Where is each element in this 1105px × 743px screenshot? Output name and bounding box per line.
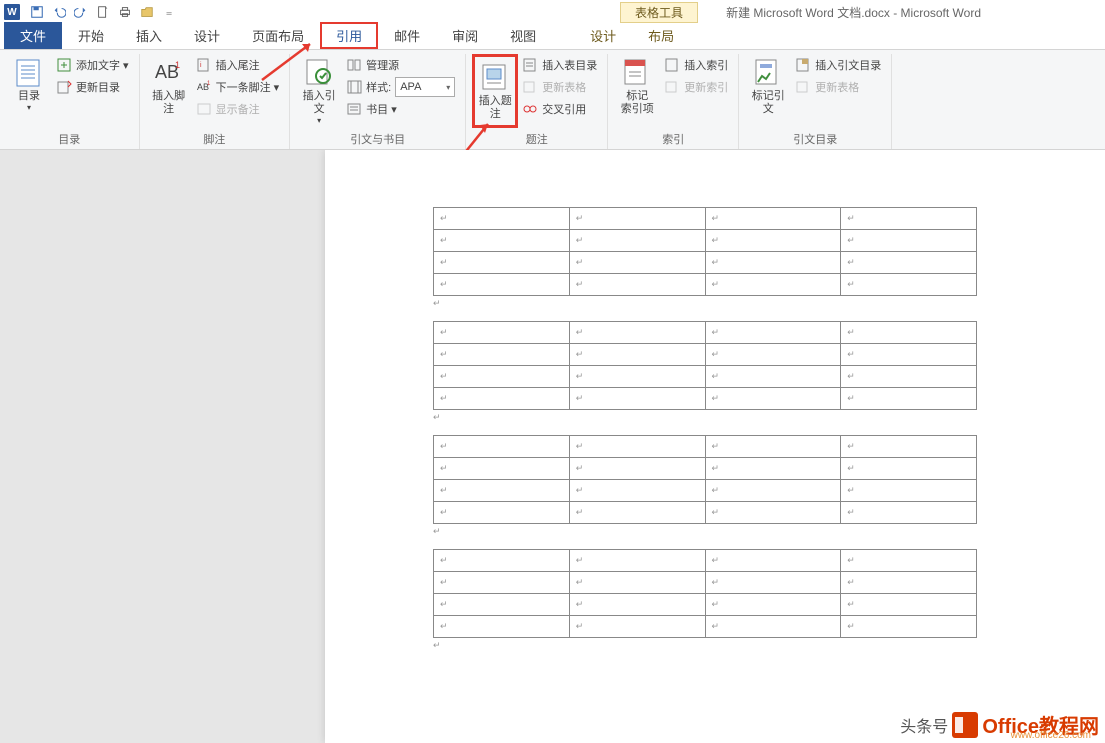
office-logo-icon (952, 712, 978, 738)
qat-undo-icon[interactable] (48, 2, 70, 22)
tab-mailings[interactable]: 邮件 (378, 22, 436, 49)
svg-text:1: 1 (207, 81, 211, 87)
ribbon: 目录 ▾ 添加文字 ▾ 更新目录 目录 AB1 插入脚注 i插入尾注 AB1下一… (0, 50, 1105, 150)
group-label-toa: 引文目录 (793, 131, 837, 149)
caption-icon (479, 61, 511, 93)
group-label-footnotes: 脚注 (203, 131, 225, 149)
group-label-captions: 题注 (526, 131, 548, 149)
table-3[interactable]: ↵↵↵↵ ↵ (433, 435, 1105, 537)
update-table-button: 更新表格 (518, 76, 601, 98)
document-page[interactable]: ↵↵↵↵ ↵ ↵↵↵↵ ↵ ↵↵↵↵ ↵ ↵↵↵ ↵ (325, 150, 1105, 743)
citation-icon (303, 56, 335, 88)
insert-citation-button[interactable]: 插入引文▾ (296, 54, 342, 128)
contextual-tab-label: 表格工具 (620, 2, 698, 23)
mark-entry-button[interactable]: 标记 索引项 (614, 54, 660, 118)
insert-endnote-button[interactable]: i插入尾注 (192, 54, 284, 76)
qat-save-icon[interactable] (26, 2, 48, 22)
toc-button[interactable]: 目录 ▾ (6, 54, 52, 115)
citation-style-row: 样式:APA (342, 76, 459, 98)
group-index: 标记 索引项 插入索引 更新索引 索引 (608, 54, 739, 149)
toc-icon (13, 56, 45, 88)
word-app-icon: W (4, 4, 20, 20)
ribbon-tabs: 文件 开始 插入 设计 页面布局 引用 邮件 审阅 视图 设计 布局 (0, 24, 1105, 50)
group-label-index: 索引 (662, 131, 684, 149)
show-notes-button: 显示备注 (192, 98, 284, 120)
group-label-toc: 目录 (58, 131, 80, 149)
table-1[interactable]: ↵↵↵↵ ↵ (433, 207, 1105, 309)
group-toa: 标记引文 插入引文目录 更新表格 引文目录 (739, 54, 892, 149)
table-4[interactable]: ↵↵↵ ↵ (433, 549, 1105, 651)
qat-redo-icon[interactable] (70, 2, 92, 22)
group-toc: 目录 ▾ 添加文字 ▾ 更新目录 目录 (0, 54, 140, 149)
insert-toa-button[interactable]: 插入引文目录 (791, 54, 885, 76)
add-text-button[interactable]: 添加文字 ▾ (52, 54, 133, 76)
footnote-icon: AB1 (153, 56, 185, 88)
tab-file[interactable]: 文件 (4, 22, 62, 49)
insert-index-button[interactable]: 插入索引 (660, 54, 732, 76)
tab-page-layout[interactable]: 页面布局 (236, 22, 320, 49)
tab-table-layout[interactable]: 布局 (632, 22, 690, 49)
citation-style-combo[interactable]: APA (395, 77, 455, 97)
tab-view[interactable]: 视图 (494, 22, 552, 49)
toc-label: 目录 (18, 90, 40, 103)
group-footnotes: AB1 插入脚注 i插入尾注 AB1下一条脚注 ▾ 显示备注 脚注 (140, 54, 291, 149)
tab-review[interactable]: 审阅 (436, 22, 494, 49)
manage-sources-button[interactable]: 管理源 (342, 54, 459, 76)
group-captions: 插入题注 插入表目录 更新表格 交叉引用 题注 (466, 54, 608, 149)
tab-design[interactable]: 设计 (178, 22, 236, 49)
qat-new-icon[interactable] (92, 2, 114, 22)
cross-reference-button[interactable]: 交叉引用 (518, 98, 601, 120)
mark-citation-button[interactable]: 标记引文 (745, 54, 791, 118)
qat-open-icon[interactable] (136, 2, 158, 22)
tab-references[interactable]: 引用 (320, 22, 378, 49)
document-area: ↵↵↵↵ ↵ ↵↵↵↵ ↵ ↵↵↵↵ ↵ ↵↵↵ ↵ 头条号 Office教程网… (0, 150, 1105, 743)
tab-home[interactable]: 开始 (62, 22, 120, 49)
insert-table-figures-button[interactable]: 插入表目录 (518, 54, 601, 76)
svg-text:1: 1 (175, 60, 180, 70)
window-title: 新建 Microsoft Word 文档.docx - Microsoft Wo… (726, 4, 981, 21)
tab-insert[interactable]: 插入 (120, 22, 178, 49)
group-label-citations: 引文与书目 (350, 131, 405, 149)
bibliography-button[interactable]: 书目 ▾ (342, 98, 459, 120)
watermark: 头条号 Office教程网 www.office26.com (900, 710, 1099, 739)
update-toc-button[interactable]: 更新目录 (52, 76, 133, 98)
group-citations: 插入引文▾ 管理源 样式:APA 书目 ▾ 引文与书目 (290, 54, 466, 149)
qat-customize-icon[interactable]: ₌ (158, 2, 180, 22)
table-2[interactable]: ↵↵↵↵ ↵ (433, 321, 1105, 423)
toa-icon (752, 56, 784, 88)
update-index-button: 更新索引 (660, 76, 732, 98)
tab-table-design[interactable]: 设计 (574, 22, 632, 49)
svg-text:i: i (200, 62, 202, 69)
insert-footnote-button[interactable]: AB1 插入脚注 (146, 54, 192, 118)
update-toa-button: 更新表格 (791, 76, 885, 98)
qat-print-icon[interactable] (114, 2, 136, 22)
next-footnote-button[interactable]: AB1下一条脚注 ▾ (192, 76, 284, 98)
index-icon (621, 56, 653, 88)
insert-caption-button[interactable]: 插入题注 (472, 54, 518, 128)
